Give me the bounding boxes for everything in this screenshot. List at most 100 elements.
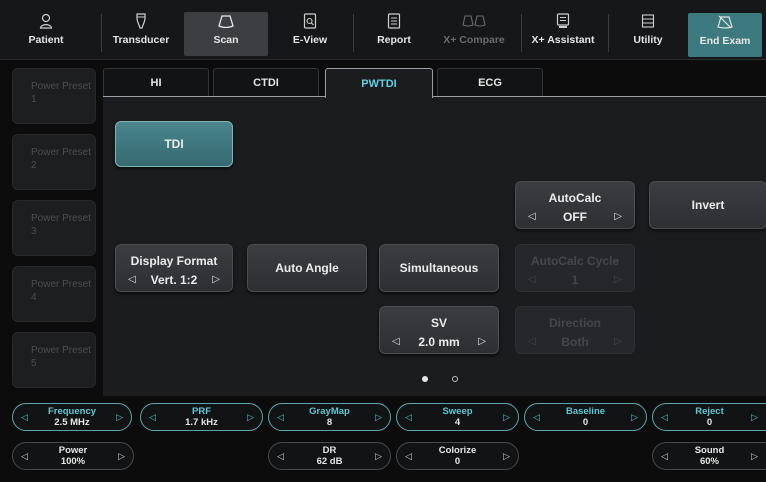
knob-value: 8 xyxy=(326,417,333,428)
utility-label: Utility xyxy=(633,34,663,46)
arrow-left-icon[interactable]: ◁ xyxy=(661,451,668,461)
arrow-left-icon: ◁ xyxy=(528,336,536,347)
patient-icon xyxy=(38,12,54,30)
arrow-right-icon[interactable]: ▷ xyxy=(751,412,758,422)
autocalc-label: AutoCalc xyxy=(548,191,602,205)
sv-value: 2.0 mm xyxy=(418,335,460,349)
tab-pwtdi[interactable]: PWTDI xyxy=(325,68,433,98)
report-button[interactable]: Report xyxy=(364,12,424,56)
arrow-right-icon: ▷ xyxy=(614,274,622,285)
preset-button-5[interactable]: Power Preset 5 xyxy=(12,332,96,388)
arrow-right-icon[interactable]: ▷ xyxy=(375,451,382,461)
graymap-knob[interactable]: ◁ GrayMap 8 ▷ xyxy=(268,403,391,431)
arrow-left-icon[interactable]: ◁ xyxy=(21,451,28,461)
utility-button[interactable]: Utility xyxy=(620,12,676,56)
tab-ecg[interactable]: ECG xyxy=(437,68,543,97)
arrow-left-icon[interactable]: ◁ xyxy=(661,412,668,422)
arrow-right-icon[interactable]: ▷ xyxy=(614,212,622,222)
arrow-right-icon[interactable]: ▷ xyxy=(503,412,510,422)
toolbar-divider xyxy=(101,14,102,52)
tab-hi[interactable]: HI xyxy=(103,68,209,97)
prf-knob[interactable]: ◁ PRF 1.7 kHz ▷ xyxy=(140,403,263,431)
toolbar-divider xyxy=(608,14,609,52)
sv-label: SV xyxy=(430,316,447,330)
arrow-right-icon[interactable]: ▷ xyxy=(375,412,382,422)
baseline-knob[interactable]: ◁ Baseline 0 ▷ xyxy=(524,403,647,431)
arrow-left-icon[interactable]: ◁ xyxy=(21,412,28,422)
power-knob[interactable]: ◁ Power 100% ▷ xyxy=(12,442,134,470)
knob-label: Sound xyxy=(694,445,725,456)
knob-value: 0 xyxy=(454,456,461,467)
arrow-right-icon[interactable]: ▷ xyxy=(118,451,125,461)
invert-button[interactable]: Invert xyxy=(649,181,766,229)
arrow-right-icon[interactable]: ▷ xyxy=(247,412,254,422)
page-dot-active[interactable] xyxy=(422,376,428,382)
dr-knob[interactable]: ◁ DR 62 dB ▷ xyxy=(268,442,391,470)
scan-button[interactable]: Scan xyxy=(184,12,268,56)
arrow-right-icon[interactable]: ▷ xyxy=(751,451,758,461)
knob-value: 0 xyxy=(706,417,713,428)
toolbar-divider xyxy=(353,14,354,52)
arrow-left-icon[interactable]: ◁ xyxy=(528,212,536,222)
autocalc-control[interactable]: AutoCalc ◁ OFF ▷ xyxy=(515,181,635,229)
reject-knob[interactable]: ◁ Reject 0 ▷ xyxy=(652,403,766,431)
eview-label: E-View xyxy=(292,34,328,46)
xassistant-button[interactable]: X+ Assistant xyxy=(528,12,598,56)
display-format-label: Display Format xyxy=(130,254,218,268)
compare-icon xyxy=(462,12,486,30)
arrow-right-icon[interactable]: ▷ xyxy=(478,337,486,347)
end-exam-label: End Exam xyxy=(699,35,751,47)
eview-button[interactable]: E-View xyxy=(280,12,340,56)
arrow-left-icon[interactable]: ◁ xyxy=(277,451,284,461)
preset-button-2[interactable]: Power Preset 2 xyxy=(12,134,96,190)
arrow-left-icon[interactable]: ◁ xyxy=(405,451,412,461)
arrow-right-icon[interactable]: ▷ xyxy=(631,412,638,422)
knob-value: 100% xyxy=(60,456,86,467)
frequency-knob[interactable]: ◁ Frequency 2.5 MHz ▷ xyxy=(12,403,132,431)
end-exam-button[interactable]: End Exam xyxy=(688,13,762,57)
knob-label: Power xyxy=(58,445,88,456)
transducer-button[interactable]: Transducer xyxy=(108,12,174,56)
auto-angle-label: Auto Angle xyxy=(275,261,339,275)
sv-control[interactable]: SV ◁ 2.0 mm ▷ xyxy=(379,306,499,354)
xcompare-button[interactable]: X+ Compare xyxy=(436,12,512,56)
knob-label: GrayMap xyxy=(309,406,350,417)
control-panel: TDI Display Format ◁ Vert. 1:2 ▷ Auto An… xyxy=(103,96,766,396)
patient-button[interactable]: Patient xyxy=(18,12,74,56)
scan-icon xyxy=(218,12,234,30)
simultaneous-button[interactable]: Simultaneous xyxy=(379,244,499,292)
menu-icon xyxy=(640,12,656,30)
transducer-label: Transducer xyxy=(112,34,170,46)
auto-angle-button[interactable]: Auto Angle xyxy=(247,244,367,292)
arrow-left-icon: ◁ xyxy=(528,274,536,285)
preset-button-1[interactable]: Power Preset 1 xyxy=(12,68,96,124)
knob-label: Frequency xyxy=(47,406,97,417)
preset-button-4[interactable]: Power Preset 4 xyxy=(12,266,96,322)
page-dot[interactable] xyxy=(452,376,458,382)
preset-button-3[interactable]: Power Preset 3 xyxy=(12,200,96,256)
knob-value: 1.7 kHz xyxy=(185,417,218,428)
sound-knob[interactable]: ◁ Sound 60% ▷ xyxy=(652,442,766,470)
arrow-left-icon[interactable]: ◁ xyxy=(533,412,540,422)
arrow-left-icon[interactable]: ◁ xyxy=(128,275,136,285)
arrow-left-icon[interactable]: ◁ xyxy=(405,412,412,422)
tdi-button[interactable]: TDI xyxy=(115,121,233,167)
toolbar-divider xyxy=(521,14,522,52)
autocalc-cycle-label: AutoCalc Cycle xyxy=(530,254,620,268)
end-exam-icon xyxy=(717,13,733,31)
arrow-left-icon[interactable]: ◁ xyxy=(392,337,400,347)
arrow-right-icon[interactable]: ▷ xyxy=(116,412,123,422)
arrow-left-icon[interactable]: ◁ xyxy=(149,412,156,422)
tdi-label: TDI xyxy=(164,137,184,151)
arrow-right-icon[interactable]: ▷ xyxy=(503,451,510,461)
autocalc-cycle-value: 1 xyxy=(571,273,579,287)
knob-label: Reject xyxy=(695,406,724,417)
arrow-left-icon[interactable]: ◁ xyxy=(277,412,284,422)
knob-label: Sweep xyxy=(442,406,473,417)
sweep-knob[interactable]: ◁ Sweep 4 ▷ xyxy=(396,403,519,431)
display-format-control[interactable]: Display Format ◁ Vert. 1:2 ▷ xyxy=(115,244,233,292)
tab-ctdi[interactable]: CTDI xyxy=(213,68,319,97)
arrow-right-icon[interactable]: ▷ xyxy=(212,275,220,285)
colorize-knob[interactable]: ◁ Colorize 0 ▷ xyxy=(396,442,519,470)
direction-value: Both xyxy=(561,335,589,349)
